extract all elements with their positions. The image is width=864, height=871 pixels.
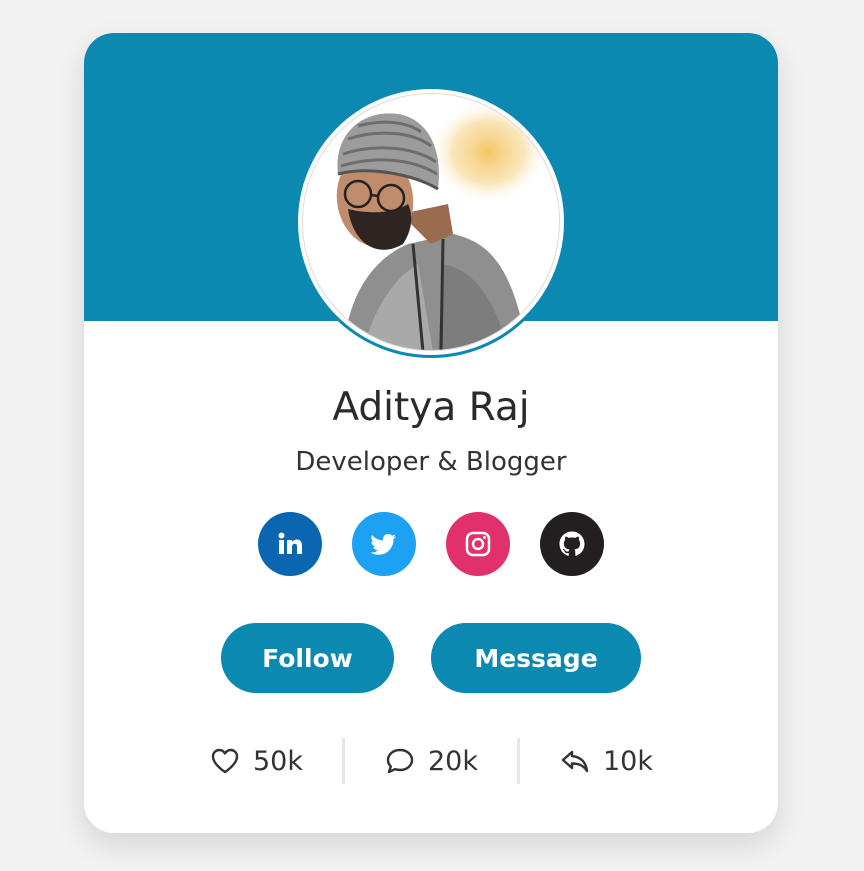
twitter-link[interactable] xyxy=(352,512,416,576)
twitter-icon xyxy=(370,534,396,555)
instagram-icon xyxy=(465,531,491,557)
reply-icon xyxy=(561,750,589,773)
comments-stat[interactable]: 20k xyxy=(345,745,517,777)
comment-icon xyxy=(386,748,414,774)
follow-button[interactable]: Follow xyxy=(221,623,394,693)
linkedin-icon xyxy=(278,532,302,554)
message-button[interactable]: Message xyxy=(431,623,641,693)
action-buttons: Follow Message xyxy=(84,623,778,693)
shares-count: 10k xyxy=(603,745,653,777)
github-link[interactable] xyxy=(540,512,604,576)
profile-name: Aditya Raj xyxy=(332,385,530,430)
comments-count: 20k xyxy=(428,745,478,777)
linkedin-link[interactable] xyxy=(258,512,322,576)
heart-icon xyxy=(211,748,239,774)
stats-row: 50k 20k 10k xyxy=(84,738,778,784)
social-links xyxy=(84,512,778,576)
likes-count: 50k xyxy=(253,745,303,777)
likes-stat[interactable]: 50k xyxy=(170,745,342,777)
profile-role: Developer & Blogger xyxy=(295,447,567,477)
github-icon xyxy=(559,531,585,556)
instagram-link[interactable] xyxy=(446,512,510,576)
avatar-illustration xyxy=(303,94,559,350)
shares-stat[interactable]: 10k xyxy=(520,745,692,777)
avatar-frame xyxy=(295,86,567,358)
profile-card: Aditya Raj Developer & Blogger Follow Me… xyxy=(84,33,778,833)
avatar xyxy=(302,93,560,351)
